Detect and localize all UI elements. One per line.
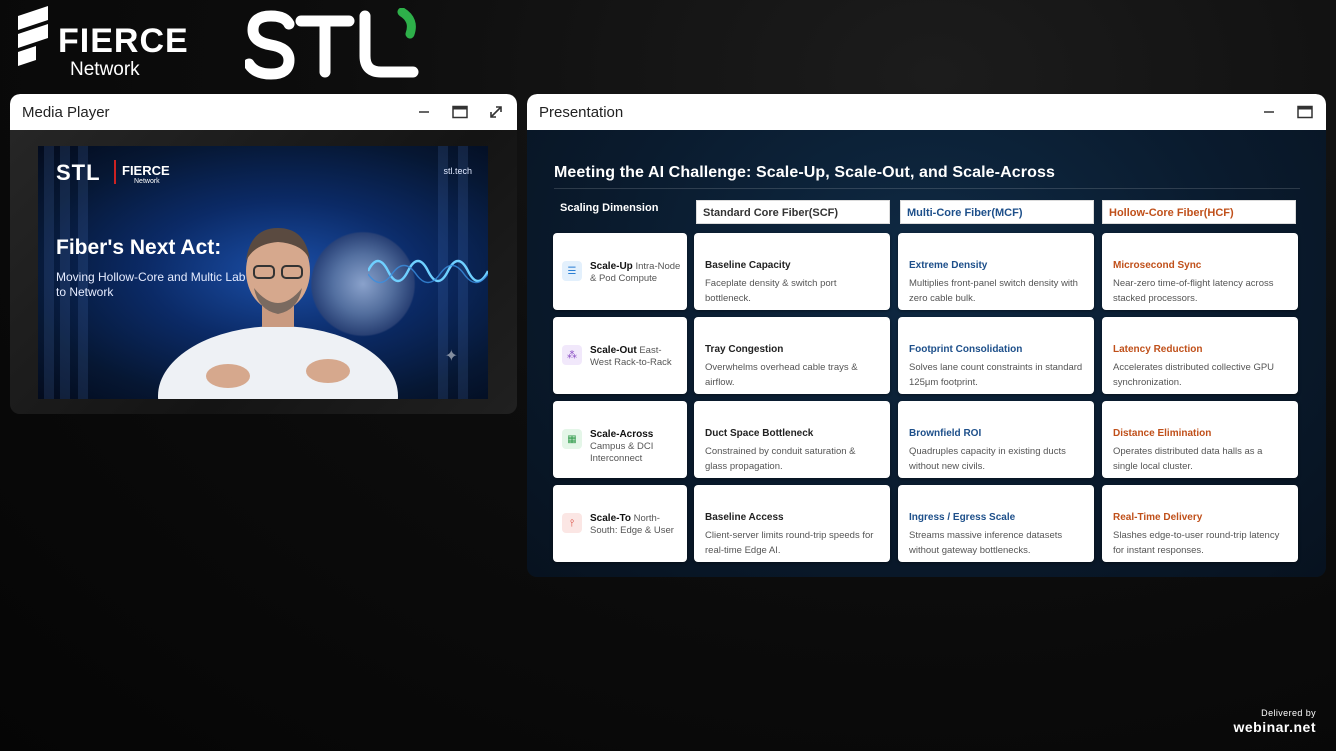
fierce-network-logo: FIERCE Network (14, 6, 189, 80)
cell-heading: Ingress / Egress Scale (909, 512, 1016, 523)
cell-heading: Brownfield ROI (909, 428, 982, 439)
media-player-title: Media Player (22, 103, 110, 121)
fullscreen-button[interactable] (487, 103, 505, 121)
cell-desc: Solves lane count constraints in standar… (909, 362, 1083, 388)
video-network-text: Network (134, 178, 160, 185)
mcf-column-header: Multi-Core Fiber(MCF) (900, 200, 1094, 224)
presentation-title: Presentation (539, 103, 624, 121)
cell-desc: Faceplate density & switch port bottlene… (705, 278, 837, 304)
cell-heading: Duct Space Bottleneck (705, 428, 814, 439)
cell-heading: Distance Elimination (1113, 428, 1212, 439)
presenter-image (158, 228, 398, 399)
cell-heading: Real-Time Delivery (1113, 512, 1203, 523)
mcf-cell: Footprint Consolidation Solves lane coun… (898, 317, 1094, 394)
mcf-cell: Brownfield ROI Quadruples capacity in ex… (898, 401, 1094, 478)
fierce-logo-text: FIERCE (58, 22, 189, 60)
slide: Meeting the AI Challenge: Scale-Up, Scal… (527, 130, 1326, 577)
stl-logo (245, 8, 419, 80)
mcf-cell: Extreme Density Multiplies front-panel s… (898, 233, 1094, 310)
dimension-title: Scale-To (590, 513, 631, 524)
cell-desc: Quadruples capacity in existing ducts wi… (909, 446, 1066, 472)
cell-desc: Overwhelms overhead cable trays & airflo… (705, 362, 858, 388)
cell-heading: Baseline Capacity (705, 260, 791, 271)
hcf-cell: Microsecond Sync Near-zero time-of-fligh… (1102, 233, 1298, 310)
sparkle-icon: ✦ (444, 348, 458, 365)
antenna-icon: ⫯ (562, 513, 582, 533)
scf-column-header: Standard Core Fiber(SCF) (696, 200, 890, 224)
video-stl-logo: STL (56, 160, 101, 185)
expand-icon (490, 106, 502, 118)
cell-desc: Multiplies front-panel switch density wi… (909, 278, 1078, 304)
cell-desc: Operates distributed data halls as a sin… (1113, 446, 1263, 472)
minimize-icon (1264, 111, 1274, 113)
cell-heading: Extreme Density (909, 260, 988, 271)
window-icon (452, 105, 468, 119)
dimension-title: Scale-Up (590, 261, 633, 272)
slide-title: Meeting the AI Challenge: Scale-Up, Scal… (554, 164, 1055, 181)
hcf-cell: Distance Elimination Operates distribute… (1102, 401, 1298, 478)
delivered-by-text: Delivered by (1261, 708, 1316, 718)
cell-heading: Baseline Access (705, 512, 784, 523)
minimize-button[interactable] (1260, 103, 1278, 121)
minimize-button[interactable] (415, 103, 433, 121)
cell-desc: Slashes edge-to-user round-trip latency … (1113, 530, 1280, 556)
presentation-titlebar: Presentation (527, 94, 1326, 130)
dimension-card: ⁂ Scale-Out East-West Rack-to-Rack (553, 317, 687, 394)
cell-desc: Near-zero time-of-flight latency across … (1113, 278, 1274, 304)
dimension-title: Scale-Out (590, 345, 637, 356)
dimension-column-header: Scaling Dimension (560, 202, 659, 214)
cell-heading: Footprint Consolidation (909, 344, 1023, 355)
video-frame[interactable]: STL FIERCE Network stl.tech Fiber's Next… (38, 146, 488, 399)
server-icon: ☰ (562, 261, 582, 281)
webinar-net-logo: webinar.net (1233, 719, 1316, 735)
scf-cell: Baseline Capacity Faceplate density & sw… (694, 233, 890, 310)
network-icon: ⁂ (562, 345, 582, 365)
media-player-window: Media Player STL FIERCE Network stl.tech… (10, 94, 517, 414)
dimension-title: Scale-Across (590, 429, 654, 440)
video-fierce-logo: FIERCE (122, 163, 170, 178)
scf-cell: Tray Congestion Overwhelms overhead cabl… (694, 317, 890, 394)
dimension-card: ▦ Scale-Across Campus & DCI Interconnect (553, 401, 687, 478)
cell-desc: Client-server limits round-trip speeds f… (705, 530, 874, 556)
dimension-card: ⫯ Scale-To North-South: Edge & User (553, 485, 687, 562)
cell-heading: Microsecond Sync (1113, 260, 1202, 271)
video-site-text: stl.tech (443, 166, 472, 176)
minimize-icon (419, 111, 429, 113)
dimension-desc: Campus & DCI Interconnect (590, 441, 654, 464)
cell-heading: Tray Congestion (705, 344, 784, 355)
mcf-cell: Ingress / Egress Scale Streams massive i… (898, 485, 1094, 562)
presentation-window: Presentation Meeting the AI Challenge: S… (527, 94, 1326, 577)
webinar-net-branding: Delivered by webinar.net (1233, 708, 1316, 735)
window-icon (1297, 105, 1313, 119)
dimension-card: ☰ Scale-Up Intra-Node & Pod Compute (553, 233, 687, 310)
scf-cell: Baseline Access Client-server limits rou… (694, 485, 890, 562)
fierce-mark-icon (18, 6, 48, 66)
cell-desc: Accelerates distributed collective GPU s… (1113, 362, 1275, 388)
cell-heading: Latency Reduction (1113, 344, 1203, 355)
cell-desc: Constrained by conduit saturation & glas… (705, 446, 856, 472)
network-logo-text: Network (70, 59, 140, 80)
hcf-column-header: Hollow-Core Fiber(HCF) (1102, 200, 1296, 224)
media-player-titlebar: Media Player (10, 94, 517, 130)
cell-desc: Streams massive inference datasets witho… (909, 530, 1063, 556)
hcf-cell: Real-Time Delivery Slashes edge-to-user … (1102, 485, 1298, 562)
window-button[interactable] (1296, 103, 1314, 121)
hcf-cell: Latency Reduction Accelerates distribute… (1102, 317, 1298, 394)
building-icon: ▦ (562, 429, 582, 449)
window-button[interactable] (451, 103, 469, 121)
scf-cell: Duct Space Bottleneck Constrained by con… (694, 401, 890, 478)
